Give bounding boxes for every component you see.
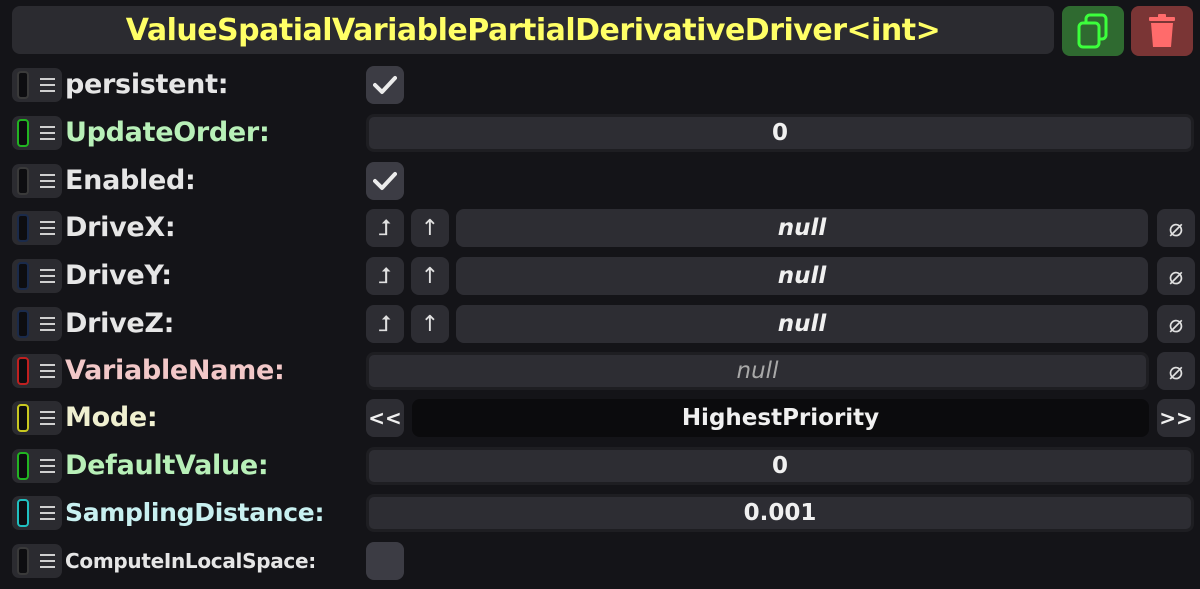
- open-inspector-button[interactable]: ↑: [411, 257, 449, 295]
- grip-icon: [40, 269, 55, 283]
- enum-next-button[interactable]: >>: [1157, 399, 1195, 437]
- grip-icon: [40, 364, 55, 378]
- type-pill: [17, 262, 29, 290]
- open-inspector-button[interactable]: ↑: [411, 305, 449, 343]
- drive-x-reference[interactable]: null: [456, 209, 1148, 247]
- type-pill: [17, 119, 29, 147]
- field-compute-in-local-space: ComputeInLocalSpace:: [0, 541, 1200, 581]
- type-pill: [17, 452, 29, 480]
- field-handle[interactable]: [12, 68, 62, 102]
- type-pill: [17, 547, 29, 575]
- checkmark-icon: [373, 172, 397, 190]
- field-drive-x: DriveX: ⮥ ↑ null ⌀: [0, 208, 1200, 248]
- clear-reference-button[interactable]: ⌀: [1157, 305, 1195, 343]
- arrow-up-icon: ↑: [420, 311, 440, 337]
- enabled-checkbox[interactable]: [366, 162, 404, 200]
- drive-y-reference[interactable]: null: [456, 257, 1148, 295]
- type-pill: [17, 404, 29, 432]
- grip-icon: [40, 78, 55, 92]
- field-handle[interactable]: [12, 354, 62, 388]
- sampling-distance-input[interactable]: 0.001: [366, 494, 1194, 532]
- type-pill: [17, 499, 29, 527]
- drive-z-reference[interactable]: null: [456, 305, 1148, 343]
- grip-icon: [40, 317, 55, 331]
- clear-string-button[interactable]: ⌀: [1157, 352, 1195, 390]
- field-label: UpdateOrder:: [65, 117, 270, 148]
- field-label: DriveX:: [65, 212, 176, 243]
- compute-in-local-space-checkbox[interactable]: [366, 542, 404, 580]
- arrow-up-icon: ↑: [420, 215, 440, 241]
- type-pill: [17, 310, 29, 338]
- open-inspector-button[interactable]: ↑: [411, 209, 449, 247]
- grip-icon: [40, 221, 55, 235]
- field-label: SamplingDistance:: [65, 498, 325, 527]
- field-enabled: Enabled:: [0, 161, 1200, 201]
- field-label: ComputeInLocalSpace:: [65, 549, 316, 573]
- empty-set-icon: ⌀: [1168, 310, 1184, 338]
- type-pill: [17, 214, 29, 242]
- enum-prev-button[interactable]: <<: [366, 399, 404, 437]
- field-label: VariableName:: [65, 355, 285, 386]
- checkmark-icon: [373, 76, 397, 94]
- grip-icon: [40, 459, 55, 473]
- component-header: ValueSpatialVariablePartialDerivativeDri…: [12, 6, 1054, 54]
- duplicate-icon: [1077, 13, 1108, 49]
- empty-set-icon: ⌀: [1168, 357, 1184, 385]
- field-label: Enabled:: [65, 165, 196, 196]
- grip-icon: [40, 554, 55, 568]
- field-sampling-distance: SamplingDistance: 0.001: [0, 493, 1200, 533]
- field-variable-name: VariableName: null ⌀: [0, 351, 1200, 391]
- empty-set-icon: ⌀: [1168, 214, 1184, 242]
- type-pill: [17, 167, 29, 195]
- type-pill: [17, 357, 29, 385]
- arrow-up-icon: ↑: [420, 263, 440, 289]
- field-handle[interactable]: [12, 449, 62, 483]
- grip-icon: [40, 126, 55, 140]
- jump-to-button[interactable]: ⮥: [366, 305, 404, 343]
- field-label: persistent:: [65, 69, 229, 100]
- jump-to-button[interactable]: ⮥: [366, 257, 404, 295]
- field-drive-y: DriveY: ⮥ ↑ null ⌀: [0, 256, 1200, 296]
- field-handle[interactable]: [12, 164, 62, 198]
- trash-icon: [1149, 14, 1175, 47]
- jump-to-button[interactable]: ⮥: [366, 209, 404, 247]
- clear-reference-button[interactable]: ⌀: [1157, 257, 1195, 295]
- field-label: DriveZ:: [65, 308, 175, 339]
- jump-icon: ⮥: [378, 311, 392, 337]
- field-label: DefaultValue:: [65, 450, 269, 481]
- persistent-checkbox[interactable]: [366, 66, 404, 104]
- jump-icon: ⮥: [378, 263, 392, 289]
- jump-icon: ⮥: [378, 215, 392, 241]
- field-handle[interactable]: [12, 307, 62, 341]
- field-handle[interactable]: [12, 211, 62, 245]
- field-label: DriveY:: [65, 260, 172, 291]
- field-handle[interactable]: [12, 116, 62, 150]
- field-handle[interactable]: [12, 544, 62, 578]
- field-update-order: UpdateOrder: 0: [0, 113, 1200, 153]
- field-persistent: persistent:: [0, 65, 1200, 105]
- type-pill: [17, 71, 29, 99]
- duplicate-button[interactable]: [1062, 6, 1124, 56]
- variable-name-input[interactable]: null: [366, 352, 1149, 390]
- field-drive-z: DriveZ: ⮥ ↑ null ⌀: [0, 304, 1200, 344]
- field-mode: Mode: << HighestPriority >>: [0, 398, 1200, 438]
- empty-set-icon: ⌀: [1168, 262, 1184, 290]
- update-order-input[interactable]: 0: [366, 114, 1194, 152]
- grip-icon: [40, 411, 55, 425]
- field-handle[interactable]: [12, 401, 62, 435]
- field-default-value: DefaultValue: 0: [0, 446, 1200, 486]
- field-label: Mode:: [65, 402, 158, 433]
- field-handle[interactable]: [12, 259, 62, 293]
- grip-icon: [40, 506, 55, 520]
- field-handle[interactable]: [12, 496, 62, 530]
- default-value-input[interactable]: 0: [366, 447, 1194, 485]
- mode-value: HighestPriority: [412, 399, 1149, 437]
- delete-button[interactable]: [1131, 6, 1193, 56]
- grip-icon: [40, 174, 55, 188]
- component-title: ValueSpatialVariablePartialDerivativeDri…: [125, 12, 941, 48]
- clear-reference-button[interactable]: ⌀: [1157, 209, 1195, 247]
